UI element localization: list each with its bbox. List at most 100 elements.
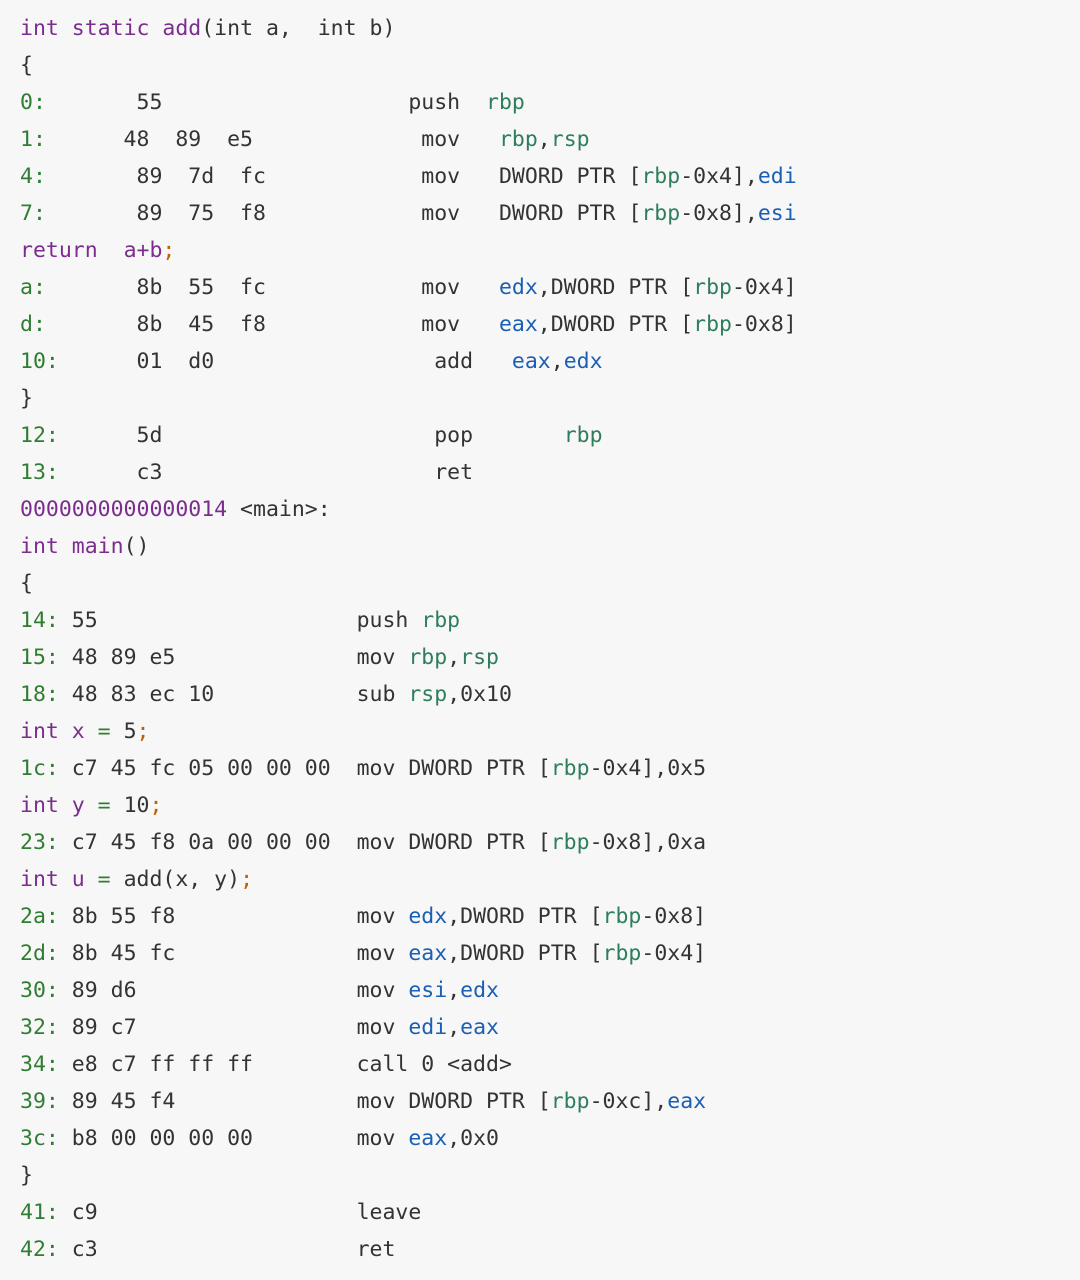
token-plain: mov bbox=[421, 275, 499, 300]
token-kw: int main bbox=[20, 534, 124, 559]
token-reg64: rbp bbox=[486, 90, 525, 115]
token-plain: () bbox=[123, 534, 150, 559]
code-line-asm: 18: 48 83 ec 10 sub rsp,0x10 bbox=[20, 676, 1080, 713]
token-addr: 4: bbox=[20, 164, 46, 189]
token-addr: 23: bbox=[20, 830, 59, 855]
token-plain: -0x8], bbox=[680, 201, 758, 226]
token-plain: ,DWORD PTR [ bbox=[447, 904, 603, 929]
token-addr: 2d: bbox=[20, 941, 59, 966]
token-plain: DWORD PTR [ bbox=[498, 201, 642, 226]
token-reg32: edx bbox=[460, 978, 499, 1003]
code-line-asm: 14: 55 push rbp bbox=[20, 602, 1080, 639]
token-plain: push bbox=[408, 90, 486, 115]
token-kw: int x bbox=[20, 719, 98, 744]
token-plain: -0x4] bbox=[731, 275, 797, 300]
token-addr: 1: bbox=[20, 127, 46, 152]
token-kw: 0000000000000014 bbox=[20, 497, 228, 522]
code-line-asm: 1: 48 89 e5 mov rbp,rsp bbox=[20, 121, 1080, 158]
token-kw: int static bbox=[20, 16, 163, 41]
token-plain: mov DWORD PTR [ bbox=[356, 756, 551, 781]
token-plain: 55 bbox=[45, 90, 409, 115]
token-addr: d: bbox=[20, 312, 46, 337]
token-plain: -0xc], bbox=[589, 1089, 668, 1114]
token-plain: add(x, y) bbox=[110, 867, 241, 892]
token-addr: 32: bbox=[20, 1015, 59, 1040]
token-reg64: rbp bbox=[693, 312, 732, 337]
token-reg64: rsp bbox=[550, 127, 590, 152]
token-plain: 89 45 f4 bbox=[58, 1089, 357, 1114]
token-plain: mov bbox=[421, 164, 499, 189]
token-reg32: eax bbox=[511, 349, 551, 374]
token-plain: 8b 45 fc bbox=[58, 941, 357, 966]
token-reg32: edx bbox=[408, 904, 448, 929]
token-reg32: edx bbox=[563, 349, 603, 374]
token-plain: (int a, int b) bbox=[201, 16, 396, 41]
token-plain: 89 d6 bbox=[58, 978, 357, 1003]
token-kw: int y bbox=[20, 793, 98, 818]
code-line-source: return a+b; bbox=[20, 232, 1080, 269]
token-plain: ,0x0 bbox=[447, 1126, 499, 1151]
token-reg64: rbp bbox=[550, 1089, 590, 1114]
token-plain: , bbox=[550, 349, 564, 374]
token-plain: -0x8] bbox=[731, 312, 797, 337]
token-plain: ,DWORD PTR [ bbox=[537, 275, 694, 300]
token-plain: b8 00 00 00 00 bbox=[58, 1126, 357, 1151]
code-line-asm: a: 8b 55 fc mov edx,DWORD PTR [rbp-0x4] bbox=[20, 269, 1080, 306]
token-plain: mov bbox=[421, 201, 499, 226]
code-line-asm: 1c: c7 45 fc 05 00 00 00 mov DWORD PTR [… bbox=[20, 750, 1080, 787]
token-plain: 5d bbox=[58, 423, 435, 448]
token-plain: } bbox=[20, 1163, 33, 1188]
token-reg64: rbp bbox=[408, 645, 448, 670]
token-plain: DWORD PTR [ bbox=[498, 164, 642, 189]
code-line-asm: 13: c3 ret bbox=[20, 454, 1080, 491]
token-reg64: rbp bbox=[641, 164, 681, 189]
token-kw: return bbox=[20, 238, 98, 263]
token-plain: mov bbox=[421, 127, 499, 152]
token-plain: 10 bbox=[110, 793, 150, 818]
token-reg32: eax bbox=[408, 941, 448, 966]
token-reg64: rsp bbox=[408, 682, 448, 707]
code-line-source: } bbox=[20, 380, 1080, 417]
token-plain: } bbox=[20, 386, 33, 411]
code-line-asm: 23: c7 45 f8 0a 00 00 00 mov DWORD PTR [… bbox=[20, 824, 1080, 861]
code-line-source: } bbox=[20, 1157, 1080, 1194]
token-plain: mov DWORD PTR [ bbox=[356, 830, 551, 855]
token-plain: mov bbox=[356, 941, 409, 966]
token-plain: -0x4] bbox=[641, 941, 707, 966]
code-line-asm: 10: 01 d0 add eax,edx bbox=[20, 343, 1080, 380]
token-addr: 12: bbox=[20, 423, 59, 448]
token-plain: 5 bbox=[110, 719, 137, 744]
token-op: = bbox=[97, 867, 111, 892]
code-line-source: int x = 5; bbox=[20, 713, 1080, 750]
code-line-source: int static add(int a, int b) bbox=[20, 10, 1080, 47]
code-line-asm: 34: e8 c7 ff ff ff call 0 <add> bbox=[20, 1046, 1080, 1083]
token-semi: ; bbox=[162, 238, 176, 263]
token-plain: mov bbox=[421, 312, 499, 337]
token-plain: c7 45 f8 0a 00 00 00 bbox=[58, 830, 357, 855]
token-addr: 3c: bbox=[20, 1126, 59, 1151]
token-addr: 10: bbox=[20, 349, 59, 374]
token-plain: 89 75 f8 bbox=[45, 201, 422, 226]
token-plain: 48 89 e5 bbox=[45, 127, 422, 152]
token-plain: mov bbox=[356, 1126, 409, 1151]
token-semi: ; bbox=[240, 867, 254, 892]
token-plain: mov DWORD PTR [ bbox=[356, 1089, 551, 1114]
token-reg64: rbp bbox=[550, 830, 590, 855]
token-plain: c9 bbox=[58, 1200, 357, 1225]
token-addr: 18: bbox=[20, 682, 59, 707]
token-reg32: edx bbox=[498, 275, 538, 300]
token-reg32: edi bbox=[408, 1015, 448, 1040]
code-line-asm: d: 8b 45 f8 mov eax,DWORD PTR [rbp-0x8] bbox=[20, 306, 1080, 343]
token-reg64: rbp bbox=[602, 904, 642, 929]
code-line-asm: 30: 89 d6 mov esi,edx bbox=[20, 972, 1080, 1009]
token-reg64: rbp bbox=[550, 756, 590, 781]
code-line-asm: 42: c3 ret bbox=[20, 1231, 1080, 1268]
code-line-asm: 7: 89 75 f8 mov DWORD PTR [rbp-0x8],esi bbox=[20, 195, 1080, 232]
token-semi: ; bbox=[136, 719, 150, 744]
token-reg64: rbp bbox=[641, 201, 681, 226]
token-plain: <main>: bbox=[227, 497, 331, 522]
token-addr: 15: bbox=[20, 645, 59, 670]
token-plain: e8 c7 ff ff ff bbox=[58, 1052, 357, 1077]
token-reg32: eax bbox=[408, 1126, 448, 1151]
